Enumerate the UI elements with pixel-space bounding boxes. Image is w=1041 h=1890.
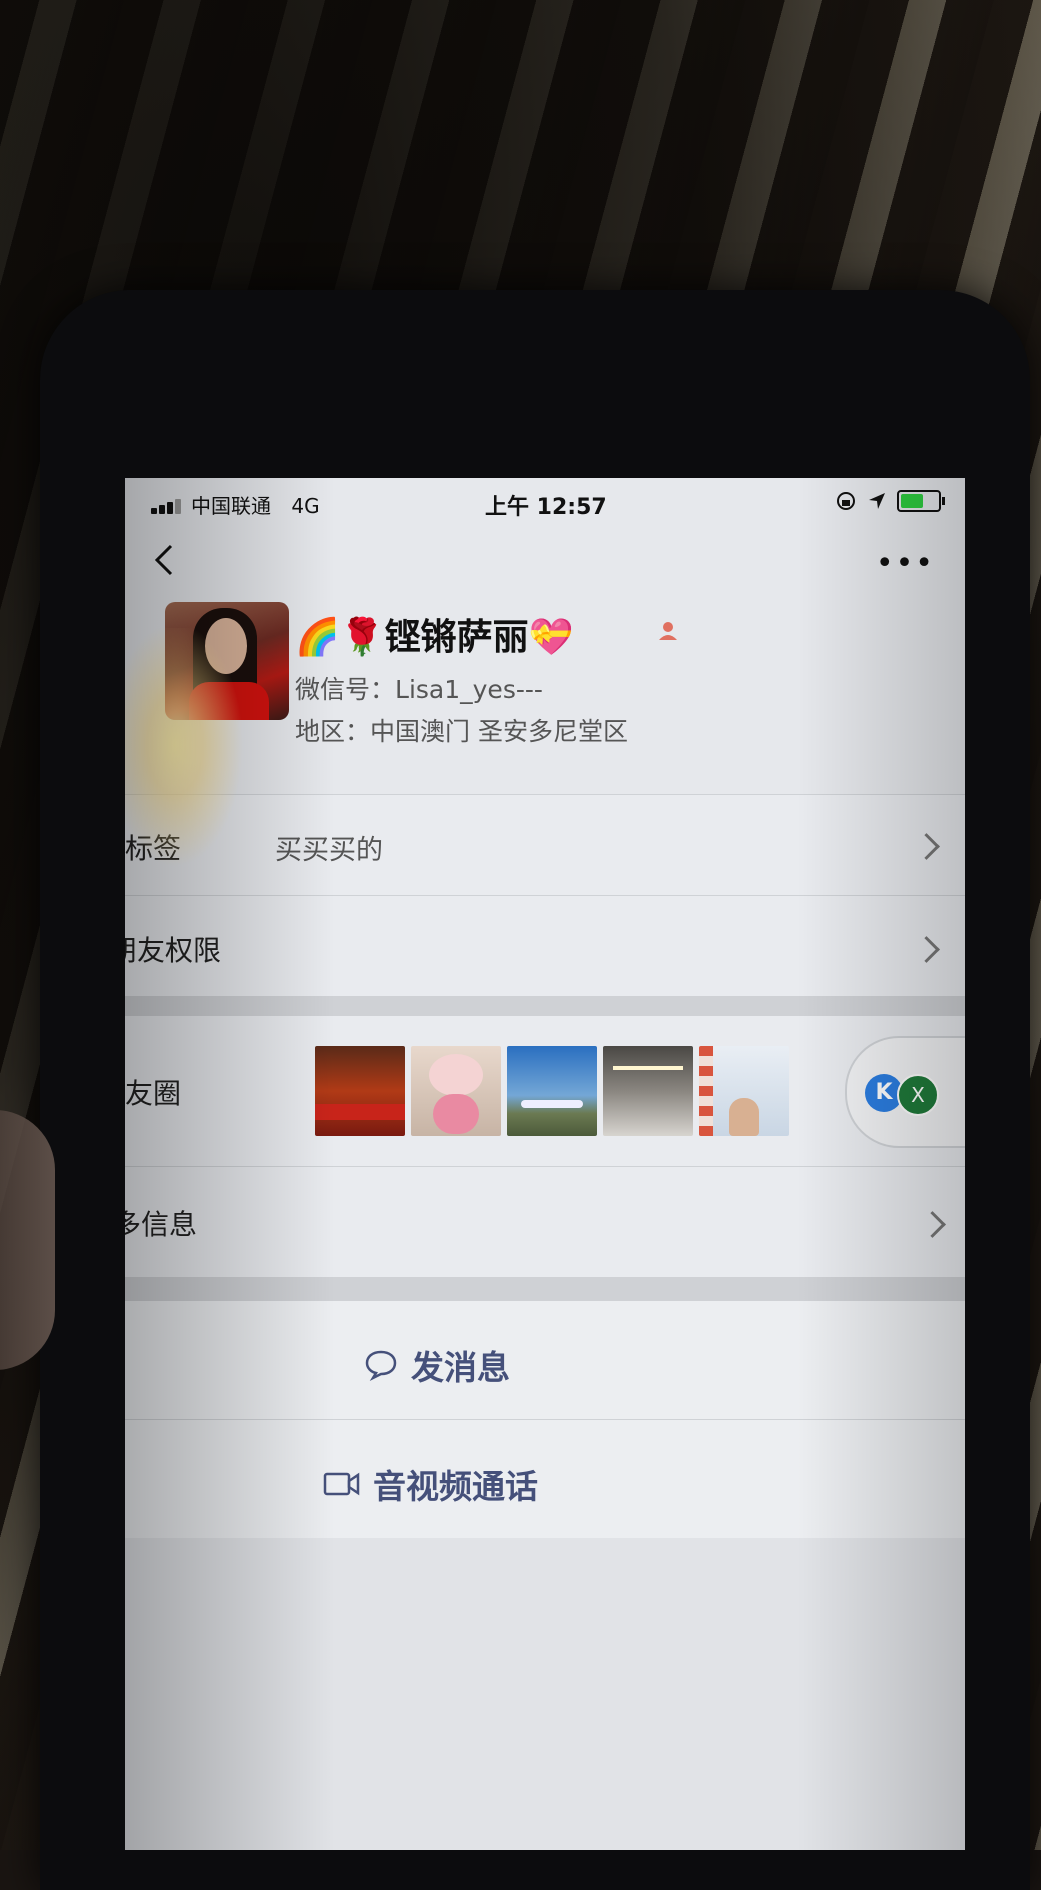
- nickname-text: 铿锵萨丽: [384, 617, 529, 658]
- send-message-button[interactable]: 发消息: [125, 1301, 965, 1419]
- video-call-button[interactable]: 音视频通话: [125, 1420, 965, 1538]
- chat-bubble-icon: [365, 1350, 397, 1382]
- wechat-id-label: 微信号：: [295, 675, 396, 704]
- moments-photo: [603, 1046, 693, 1136]
- carrier-name: 中国联通: [191, 494, 271, 518]
- send-message-label: 发消息: [411, 1348, 510, 1387]
- video-call-label: 音视频通话: [373, 1467, 538, 1506]
- signal-icon: [151, 498, 187, 514]
- status-time: 上午 12:57: [485, 495, 607, 520]
- video-camera-icon: [323, 1472, 360, 1496]
- region-label: 地区：: [295, 717, 371, 746]
- moments-row[interactable]: 朋友圈 K X: [125, 1016, 965, 1166]
- status-bar: 中国联通 4G 上午 12:57: [125, 478, 965, 530]
- status-icons: [835, 490, 945, 512]
- tags-value: 买买买的: [275, 835, 383, 866]
- chevron-right-icon: [919, 1211, 946, 1238]
- chevron-right-icon: [913, 936, 940, 963]
- moments-photo: [315, 1046, 405, 1136]
- video-call-content: 音视频通话: [323, 1460, 538, 1508]
- wechat-id-value: Lisa1_yes---: [395, 675, 543, 704]
- x-app-icon[interactable]: X: [897, 1074, 939, 1116]
- nav-bar: •••: [125, 530, 965, 590]
- rotation-lock-icon: [837, 492, 855, 510]
- chevron-left-icon[interactable]: [145, 540, 185, 580]
- network-type: 4G: [291, 494, 320, 518]
- section-gap: [125, 996, 965, 1016]
- location-icon: [869, 493, 885, 509]
- moments-label: 朋友圈: [125, 1077, 182, 1110]
- battery-icon: [897, 490, 945, 512]
- more-info-row[interactable]: 更多信息: [125, 1167, 965, 1277]
- friend-permission-label: 朋友权限: [125, 934, 222, 967]
- region: 地区：中国澳门 圣安多尼堂区: [295, 712, 628, 748]
- bottom-empty-area: [125, 1538, 965, 1850]
- section-gap: [125, 1277, 965, 1301]
- send-message-content: 发消息: [363, 1341, 510, 1389]
- friend-permission-row[interactable]: 朋友权限: [125, 896, 965, 996]
- chevron-right-icon: [913, 833, 940, 860]
- nickname: 🌈🌹铿锵萨丽💝: [295, 608, 574, 660]
- region-value: 中国澳门 圣安多尼堂区: [370, 717, 628, 746]
- wechat-id: 微信号：Lisa1_yes---: [295, 670, 543, 706]
- nickname-suffix-emoji: 💝: [528, 617, 574, 658]
- moments-photo: [411, 1046, 501, 1136]
- carrier-label: 中国联通 4G: [191, 490, 320, 519]
- moments-photo: [507, 1046, 597, 1136]
- floating-window-pill[interactable]: K X: [845, 1036, 965, 1148]
- nickname-prefix-emoji: 🌈🌹: [295, 617, 385, 658]
- person-badge-icon: [659, 622, 677, 640]
- phone-screen: 中国联通 4G 上午 12:57 ••• 🌈🌹铿锵萨丽💝 微信号：Lisa1_y…: [125, 478, 965, 1850]
- moments-photo: [699, 1046, 789, 1136]
- light-glare: [125, 628, 255, 888]
- more-info-label: 更多信息: [125, 1208, 198, 1241]
- more-dots-icon[interactable]: •••: [876, 546, 935, 581]
- finger: [0, 1110, 55, 1370]
- moments-thumbnails: [315, 1046, 789, 1136]
